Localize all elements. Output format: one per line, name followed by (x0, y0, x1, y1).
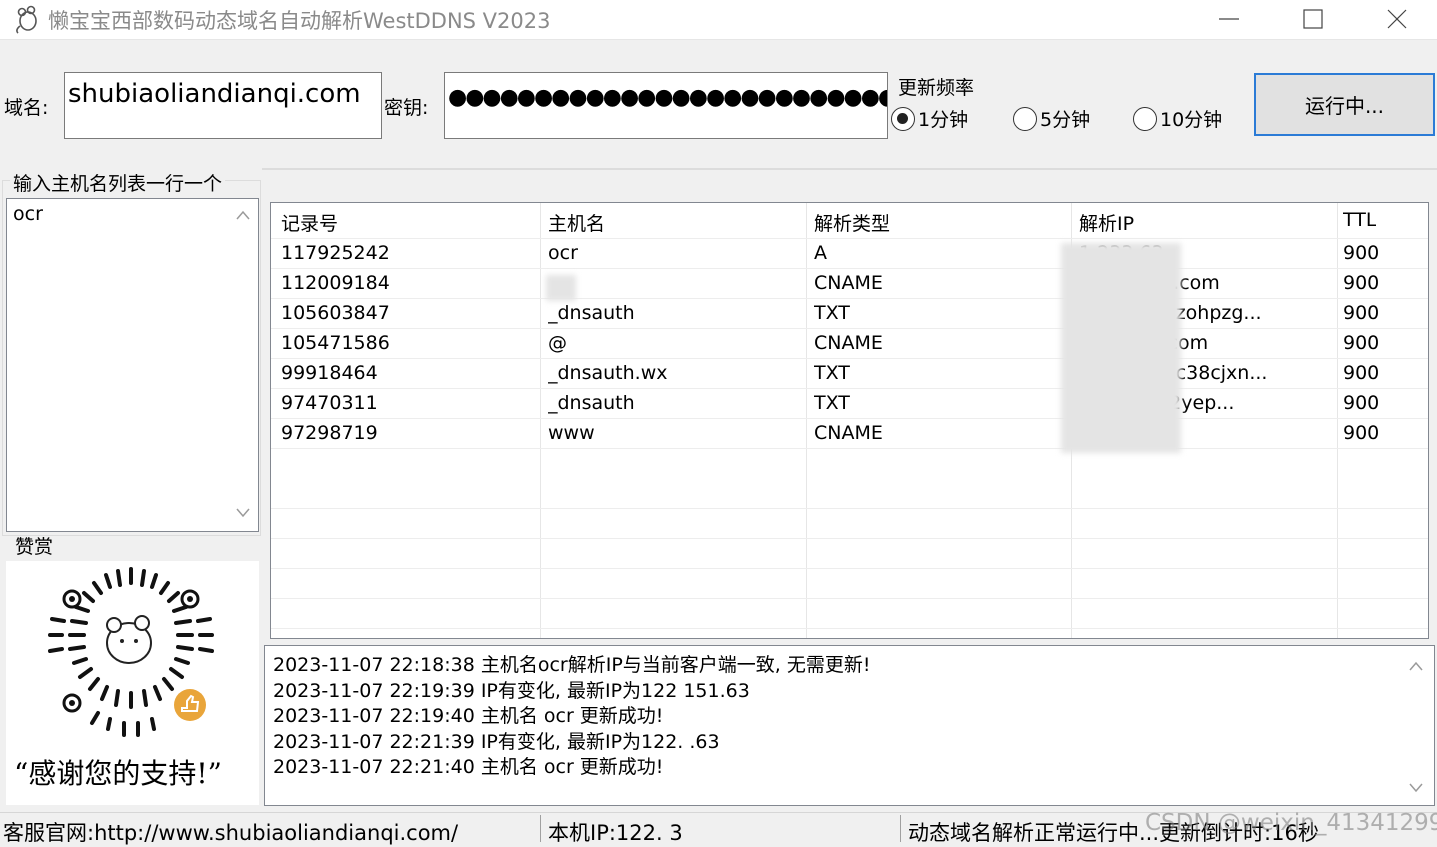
cell-ttl: 900 (1343, 362, 1380, 384)
cell-ttl: 900 (1343, 272, 1380, 294)
cell-hostname: ocr (548, 242, 578, 264)
cell-record-id: 97470311 (281, 392, 378, 414)
cell-record-id: 112009184 (281, 272, 390, 294)
cell-record-id: 117925242 (281, 242, 390, 264)
table-row[interactable]: 97298719wwwCNAMElia anqi. n900 (271, 419, 1428, 449)
header-record-id[interactable]: 记录号 (281, 209, 338, 236)
key-password-input[interactable]: ●●●●●●●●●●●●●●●●●●●●●●●●●● (444, 72, 888, 139)
host-entry: ocr (13, 203, 43, 225)
cell-type: TXT (814, 392, 850, 414)
table-header: 记录号 主机名 解析类型 解析IP TTL (271, 203, 1428, 239)
maximize-button[interactable] (1278, 0, 1348, 40)
header-type[interactable]: 解析类型 (814, 209, 890, 236)
key-label: 密钥: (384, 97, 429, 119)
table-row[interactable]: 99918464_dnsauth.wxTXT2 31 4020c38cjxn..… (271, 359, 1428, 389)
table-row[interactable]: 105603847_dnsauthTXT2 21 0180zohpzg...90… (271, 299, 1428, 329)
scroll-down-icon[interactable] (235, 507, 251, 519)
table-row[interactable]: 112009184CNAMEl anq oip1.com900 (271, 269, 1428, 299)
table-row[interactable]: 117925242ocrA1 233 63900 (271, 239, 1428, 269)
run-button[interactable]: 运行中... (1254, 73, 1435, 136)
log-panel[interactable]: 2023-11-07 22:18:38 主机名ocr解析IP与当前客户端一致, … (264, 645, 1435, 806)
freq-radio-10min[interactable]: 10分钟 (1133, 105, 1222, 132)
header-ip[interactable]: 解析IP (1079, 209, 1134, 236)
cell-ttl: 900 (1343, 392, 1380, 414)
cell-record-id: 105471586 (281, 332, 390, 354)
hosts-textarea[interactable]: ocr (6, 198, 259, 532)
empty-row (271, 539, 1428, 569)
header-ttl[interactable]: TTL (1343, 209, 1376, 231)
minimize-button[interactable] (1194, 0, 1264, 40)
header-hostname[interactable]: 主机名 (548, 209, 605, 236)
cell-ttl: 900 (1343, 332, 1380, 354)
cell-ttl: 900 (1343, 302, 1380, 324)
scroll-up-icon[interactable] (235, 209, 251, 221)
status-separator (900, 815, 901, 842)
thanks-text: “感谢您的支持!” (14, 757, 222, 790)
cell-type: CNAME (814, 272, 883, 294)
radio-unselected-icon (1133, 106, 1157, 131)
cell-ttl: 900 (1343, 422, 1380, 444)
status-separator (540, 815, 541, 842)
radio-selected-icon (891, 106, 915, 131)
cell-record-id: 105603847 (281, 302, 390, 324)
scroll-down-icon[interactable] (1408, 782, 1424, 794)
freq-radio-1min[interactable]: 1分钟 (891, 105, 968, 132)
title-bar: 懒宝宝西部数码动态域名自动解析WestDDNS V2023 (0, 0, 1437, 40)
cell-ttl: 900 (1343, 242, 1380, 264)
freq-radio-5min[interactable]: 5分钟 (1013, 105, 1090, 132)
cell-hostname: www (548, 422, 595, 444)
cell-type: TXT (814, 302, 850, 324)
empty-row (271, 599, 1428, 629)
close-icon (1387, 9, 1407, 29)
empty-row (271, 509, 1428, 539)
watermark-text: CSDN @weixin_41341299 (1145, 810, 1437, 836)
freq-option-label: 10分钟 (1160, 109, 1223, 131)
cell-type: A (814, 242, 827, 264)
privacy-blur (1061, 243, 1181, 453)
cell-hostname: _dnsauth (548, 392, 635, 414)
cell-record-id: 97298719 (281, 422, 378, 444)
empty-row (271, 569, 1428, 599)
cell-hostname: _dnsauth.wx (548, 362, 668, 384)
domain-input[interactable]: shubiaoliandianqi.com (64, 72, 382, 139)
privacy-blur (546, 275, 576, 301)
log-line: 2023-11-07 22:19:40 主机名 ocr 更新成功! (273, 705, 664, 727)
table-row[interactable]: 105471586@CNAMEl nq oip1.com900 (271, 329, 1428, 359)
table-row[interactable]: 97470311_dnsauthTXT2 0325do2yep...900 (271, 389, 1428, 419)
window-title: 懒宝宝西部数码动态域名自动解析WestDDNS V2023 (48, 9, 551, 33)
log-line: 2023-11-07 22:21:40 主机名 ocr 更新成功! (273, 756, 664, 778)
separator-line (262, 168, 1437, 170)
cell-record-id: 99918464 (281, 362, 378, 384)
freq-option-label: 5分钟 (1040, 109, 1091, 131)
cell-type: TXT (814, 362, 850, 384)
log-line: 2023-11-07 22:18:38 主机名ocr解析IP与当前客户端一致, … (273, 654, 871, 676)
reward-label: 赞赏 (15, 536, 54, 558)
hosts-group-label: 输入主机名列表一行一个 (10, 169, 226, 196)
app-mouse-icon (16, 5, 37, 34)
radio-unselected-icon (1013, 106, 1037, 131)
cell-hostname: @ (548, 332, 567, 354)
cell-type: CNAME (814, 332, 883, 354)
scroll-up-icon[interactable] (1408, 660, 1424, 672)
cell-hostname: _dnsauth (548, 302, 635, 324)
qr-code-icon (48, 567, 214, 737)
frequency-label: 更新频率 (898, 77, 975, 99)
records-table[interactable]: 记录号 主机名 解析类型 解析IP TTL 117925242ocrA1 233… (270, 202, 1429, 639)
empty-row (271, 479, 1428, 509)
close-button[interactable] (1362, 0, 1432, 40)
freq-option-label: 1分钟 (918, 109, 969, 131)
cell-type: CNAME (814, 422, 883, 444)
log-line: 2023-11-07 22:19:39 IP有变化, 最新IP为122 151.… (273, 679, 750, 702)
domain-label: 域名: (4, 97, 49, 119)
log-line: 2023-11-07 22:21:39 IP有变化, 最新IP为122. .63 (273, 730, 720, 753)
minimize-icon (1219, 18, 1239, 20)
maximize-icon (1303, 9, 1323, 29)
